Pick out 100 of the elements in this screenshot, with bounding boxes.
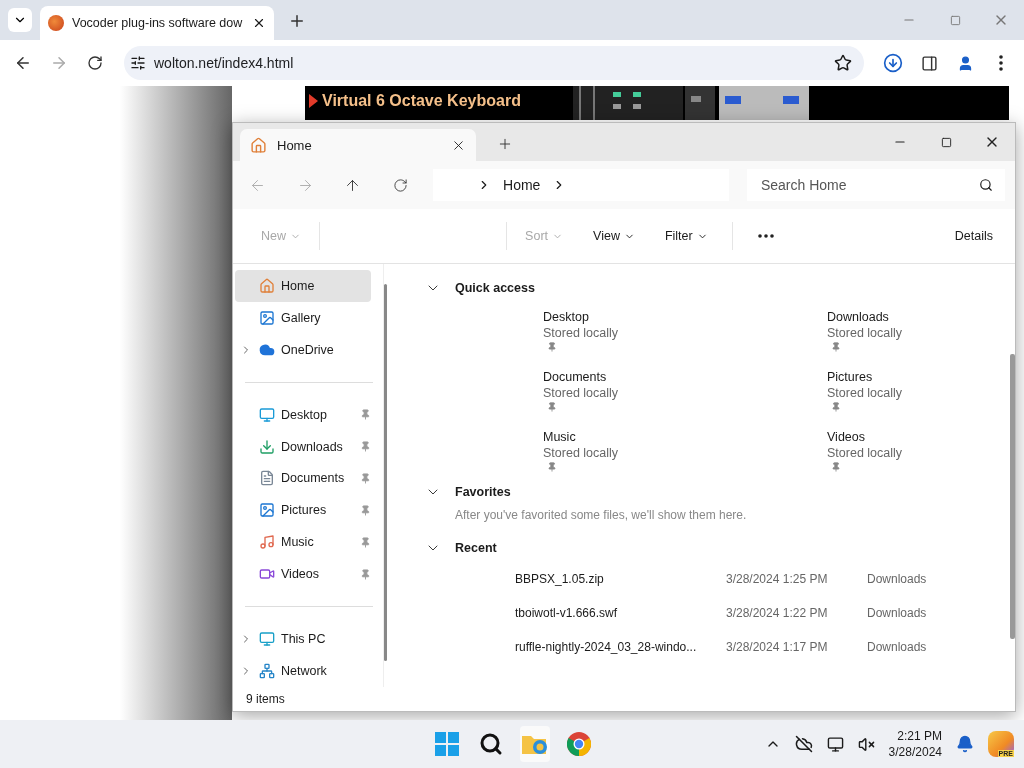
details-button[interactable]: Details [946,223,1001,249]
file-location: Downloads [867,640,928,654]
network-icon [259,663,275,679]
address-bar[interactable]: wolton.net/index4.html [124,46,864,80]
refresh-icon [392,177,408,193]
home-icon [259,277,275,294]
file-row[interactable]: tboiwotl-v1.666.swf 3/28/2024 1:22 PM Downloads [425,596,987,630]
command-button[interactable]: View [585,223,643,249]
maximize-icon [940,136,952,148]
back-icon [14,54,32,72]
nav-item[interactable]: Home [235,270,371,302]
section-header[interactable]: Recent [425,534,497,562]
nav-item[interactable]: OneDrive [235,333,371,366]
mute-icon[interactable] [857,735,875,753]
nav-item[interactable]: Music [235,526,371,559]
banner-text: Virtual 6 Octave Keyboard [322,92,521,110]
download-icon [883,53,903,73]
search-box[interactable]: Search Home [746,169,1005,201]
nav-item[interactable]: Pictures [235,494,371,527]
favicon-icon [48,15,64,31]
pin-icon [360,536,371,548]
plus-icon [497,136,513,152]
pin-icon [360,504,371,516]
empty-message: After you've favorited some files, we'll show them here. [454,507,748,524]
restore-icon [949,14,961,26]
folder-tile[interactable]: Videos Stored locally [827,430,1007,478]
document-icon [259,470,275,487]
reload-icon [87,55,103,71]
bullet-icon [309,94,318,108]
folder-tile[interactable]: Music Stored locally [543,430,827,478]
file-name: tboiwotl-v1.666.swf [515,606,619,620]
file-date: 3/28/2024 1:22 PM [726,606,829,620]
search-icon [479,732,503,756]
tab-label: Home [277,137,313,153]
nav-item[interactable]: Documents [235,462,371,495]
folder-status: Stored locally [543,446,620,460]
address-bar[interactable]: Home [433,169,729,201]
folder-tile[interactable]: Pictures Stored locally [827,370,1007,418]
music-icon [259,534,275,551]
nav-item[interactable]: This PC [235,623,371,656]
breadcrumb-item[interactable]: Home [503,177,541,193]
close-icon[interactable] [252,16,266,30]
file-explorer-button[interactable] [520,726,550,762]
status-text: 9 items [245,691,286,708]
pin-icon [360,473,371,484]
folder-status: Stored locally [827,326,904,340]
tab-list-button[interactable] [8,8,32,32]
file-date: 3/28/2024 1:25 PM [726,572,829,586]
plus-icon [288,12,306,30]
forward-icon [50,54,68,72]
section-header[interactable]: Quick access [425,274,535,302]
more-icon [757,234,774,238]
folder-status: Stored locally [827,386,904,400]
clock[interactable]: 2:21 PM 3/28/2024 [888,728,942,760]
scrollbar[interactable] [1010,354,1015,639]
file-row[interactable]: BBPSX_1.05.zip 3/28/2024 1:25 PM Downloads [425,562,987,596]
desktop-icon [259,406,275,423]
file-name: ruffle-nightly-2024_03_28-windo... [515,640,698,654]
folder-tile[interactable]: Desktop Stored locally [543,310,827,358]
site-settings-icon[interactable] [130,55,146,71]
menu-icon [999,55,1003,71]
scrollbar[interactable] [384,284,387,661]
side-panel-icon [920,54,938,72]
nav-item[interactable]: Videos [235,558,371,591]
folder-status: Stored locally [543,326,620,340]
section-header[interactable]: Favorites [425,478,511,506]
search-field[interactable]: Search Home [758,176,979,194]
tab-title: Vocoder plug-ins software dow [72,16,244,30]
pin-icon [360,441,371,453]
home-icon [250,136,267,154]
folder-tile[interactable]: Documents Stored locally [543,370,827,418]
nav-item[interactable]: Desktop [235,398,371,431]
file-name: BBPSX_1.05.zip [515,572,605,586]
cloud-off-icon[interactable] [794,735,813,753]
download-icon [259,438,275,455]
nav-item[interactable]: Gallery [235,301,371,334]
network-icon[interactable] [826,735,844,753]
chrome-icon [567,732,591,756]
nav-item[interactable]: Downloads [235,430,371,463]
folder-name: Documents [543,370,608,384]
pin-icon [360,409,371,421]
folder-name: Downloads [827,310,890,324]
explorer-tab[interactable]: Home [240,129,476,161]
file-date: 3/28/2024 1:17 PM [726,640,829,654]
folder-name: Desktop [543,310,590,324]
folder-tile[interactable]: Downloads Stored locally [827,310,1007,358]
browser-tab[interactable]: Vocoder plug-ins software dow [40,6,274,40]
computer-icon [259,631,275,648]
folder-name: Videos [827,430,866,444]
folder-status: Stored locally [543,386,620,400]
notification-icon[interactable] [956,735,974,753]
file-row[interactable]: ruffle-nightly-2024_03_28-windo... 3/28/2024 1:17 PM Downloads [425,630,987,664]
pin-icon [360,568,371,580]
pictures-icon [259,502,275,519]
search-icon [979,178,993,192]
windows-logo-icon [435,732,459,756]
command-button[interactable]: Filter [656,223,716,249]
nav-item[interactable]: Network [235,655,371,687]
bookmark-star-icon[interactable] [834,54,852,72]
folder-status: Stored locally [827,446,904,460]
